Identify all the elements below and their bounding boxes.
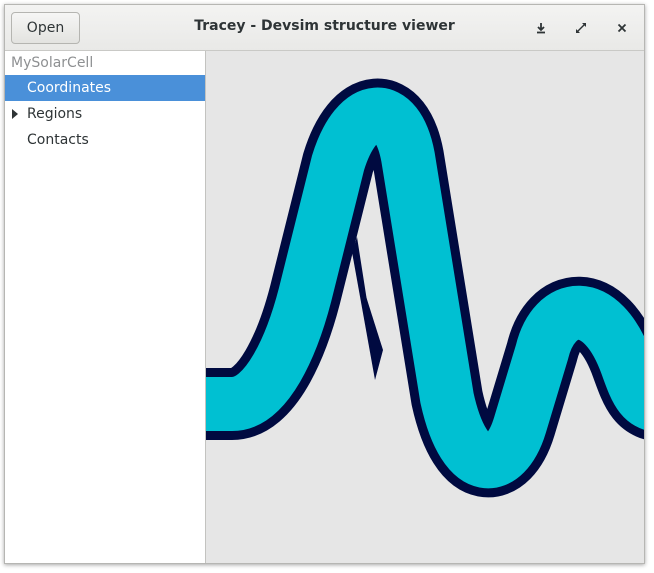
download-icon[interactable] bbox=[529, 16, 553, 40]
tree-root-label: MySolarCell bbox=[11, 55, 94, 71]
structure-tree: MySolarCell Coordinates Regions Contacts bbox=[5, 51, 206, 563]
tree-item-regions[interactable]: Regions bbox=[5, 101, 205, 127]
tree-item-label: Contacts bbox=[27, 132, 89, 148]
structure-canvas[interactable] bbox=[206, 51, 644, 563]
pulse-logo-icon bbox=[206, 78, 644, 498]
open-button[interactable]: Open bbox=[11, 12, 80, 44]
maximize-icon[interactable] bbox=[569, 16, 593, 40]
close-icon[interactable] bbox=[610, 16, 634, 40]
app-window: Open Tracey - Devsim structure viewer My… bbox=[4, 4, 645, 564]
tree-item-label: Coordinates bbox=[27, 80, 112, 96]
tree-item-label: Regions bbox=[27, 106, 83, 122]
expander-arrow-icon[interactable] bbox=[12, 109, 18, 119]
tree-item-contacts[interactable]: Contacts bbox=[5, 127, 205, 153]
tree-item-coordinates[interactable]: Coordinates bbox=[5, 75, 205, 101]
title-bar: Open Tracey - Devsim structure viewer bbox=[5, 5, 644, 51]
